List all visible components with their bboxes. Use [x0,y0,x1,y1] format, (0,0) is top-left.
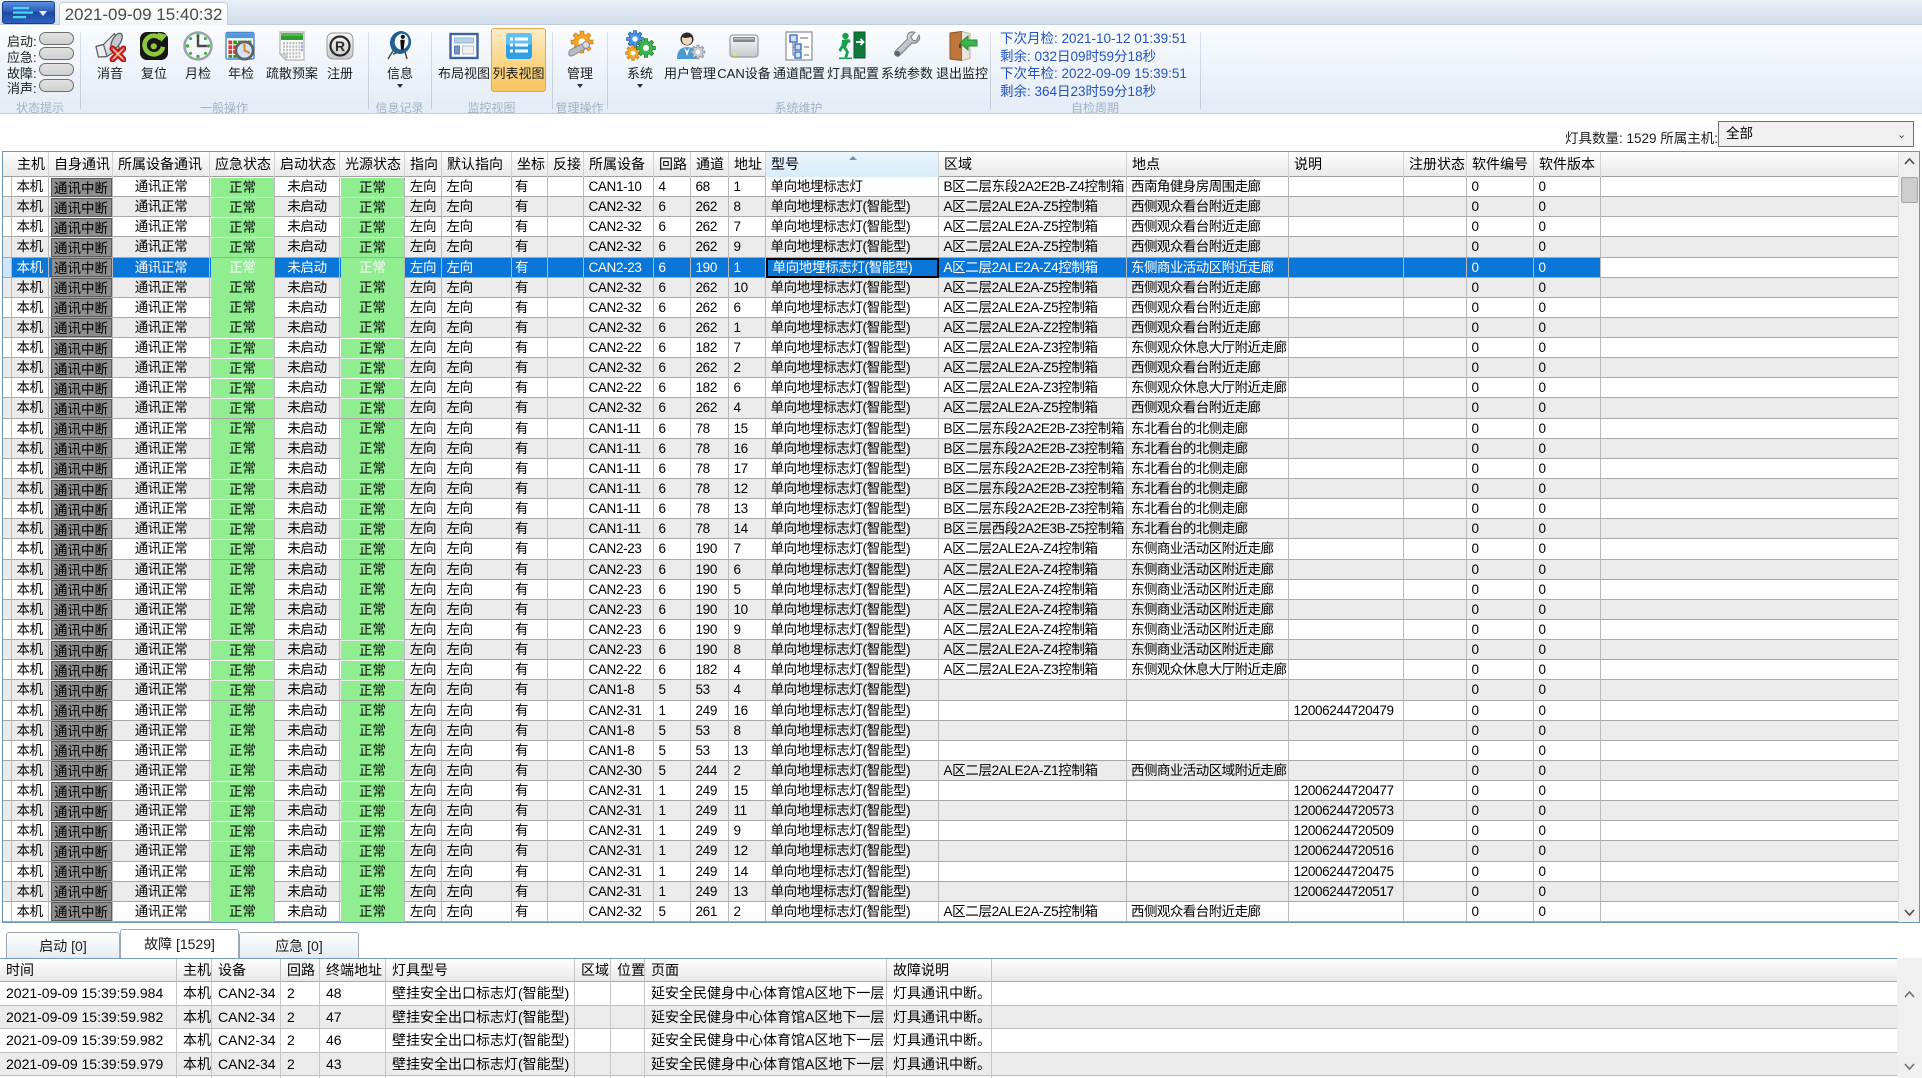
svg-text:R: R [335,38,345,54]
